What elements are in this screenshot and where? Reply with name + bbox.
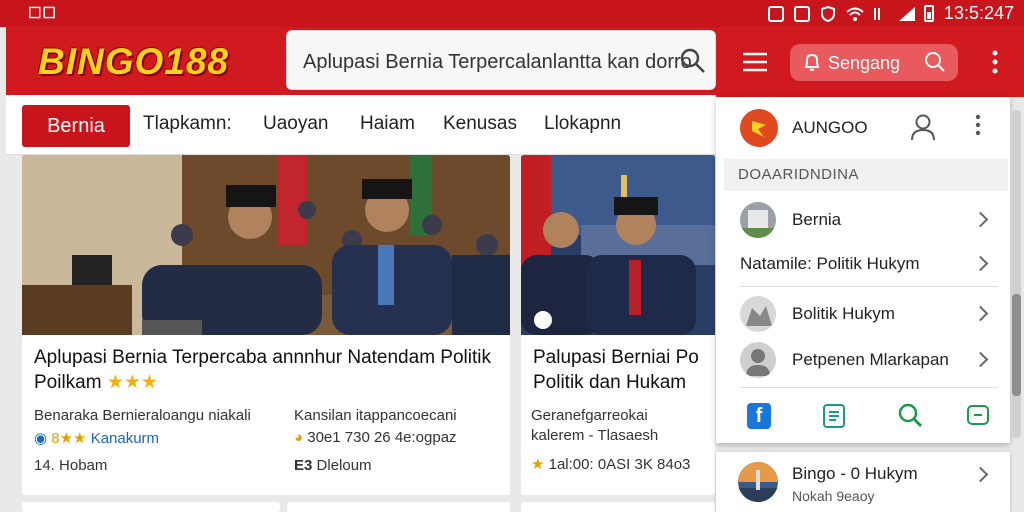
news-card[interactable] [521, 502, 715, 512]
news-card[interactable]: Palupasi Berniai Po Politik dan Hukam Ge… [521, 155, 715, 495]
card-meta-source: Geranefgarreokai [531, 407, 648, 424]
card-subtitle: Nokah 9eaoy [792, 488, 875, 504]
notification-icon [767, 5, 784, 22]
hamburger-menu-icon[interactable] [742, 51, 768, 78]
chevron-right-icon [972, 211, 989, 228]
status-time: 13:5:247 [943, 3, 1014, 23]
card-meta-time: 14. Hobam [34, 457, 108, 474]
drawer-item-bernia[interactable]: Bernia [716, 197, 1010, 243]
drawer-header: Sengang [716, 27, 1024, 97]
search-icon[interactable] [679, 47, 707, 80]
card-avatar [738, 462, 778, 502]
divider [740, 286, 998, 287]
drawer-panel: AUNGOO DOAARIDNDINA Bernia Natamile: Pol… [716, 97, 1010, 443]
card-title-text[interactable]: Aplupasi Bernia Terpercaba annnhur Naten… [34, 347, 491, 393]
category-tabs: Bernia Tlapkamn: Uaoyan Haiam Kenusas Ll… [6, 95, 718, 155]
status-bar: ☐☐ 13:5:247 [0, 0, 1024, 27]
drawer-item-petpenen[interactable]: Petpenen Mlarkapan [716, 337, 1010, 383]
drawer-item-bolitik[interactable]: Bolitik Hukym [716, 291, 1010, 337]
wifi-icon [846, 6, 864, 22]
drawer-item-label: Bolitik Hukym [792, 304, 895, 323]
clock-icon: ◕ [294, 429, 304, 446]
card-meta-time: ★ 1al:00: 0ASI 3K 84o3 [531, 455, 690, 473]
drawer-item-label: Bernia [792, 210, 842, 229]
chevron-right-icon [972, 351, 989, 368]
card-title[interactable]: Palupasi Berniai Po Politik dan Hukam [533, 345, 715, 395]
news-card[interactable]: Aplupasi Bernia Terpercaba annnhur Naten… [22, 155, 510, 495]
divider [740, 387, 998, 388]
tab-llokapnn[interactable]: Llokapnn [544, 113, 621, 135]
image-icon [793, 5, 810, 22]
user-icon[interactable] [910, 113, 936, 146]
star-icon: ★ [531, 456, 545, 473]
news-photo[interactable] [521, 155, 715, 335]
card-meta-right-2-text: 30e1 730 26 4e:ogpaz [307, 429, 457, 446]
app-header: BINGO188 Aplupasi Bernia Terpercalanlant… [6, 27, 718, 95]
news-card[interactable] [287, 502, 510, 512]
social-share-row: f [716, 397, 1010, 437]
signal-icon [898, 6, 915, 22]
data-icon [872, 6, 888, 22]
card-meta-right-2: ◕ 30e1 730 26 4e:ogpaz [294, 429, 457, 446]
search-icon[interactable] [897, 402, 925, 435]
section-title: DOAARIDNDINA [738, 166, 860, 183]
drawer-item-label: Petpenen Mlarkapan [792, 350, 949, 369]
card-title[interactable]: Aplupasi Bernia Terpercaba annnhur Naten… [34, 345, 504, 395]
battery-icon [923, 5, 934, 22]
card-meta-time-text: 1al:00: 0ASI 3K 84o3 [548, 456, 691, 473]
tab-bernia[interactable]: Bernia [22, 105, 130, 147]
drawer-search-button[interactable]: Sengang [790, 44, 958, 81]
tab-uaoyan[interactable]: Uaoyan [263, 113, 329, 135]
scrollbar[interactable] [1012, 110, 1021, 438]
star-icon: ★★★ [106, 372, 158, 393]
logo[interactable]: BINGO188 [38, 41, 229, 83]
tab-kenusas[interactable]: Kenusas [443, 113, 517, 135]
card-meta-author: ◉ 8★★ Kanakurm [34, 429, 159, 447]
card-meta-right-3-text: Dleloum [316, 457, 372, 474]
item-avatar [740, 296, 776, 332]
news-card[interactable] [22, 502, 280, 512]
card-meta-right-3: E3 Dleloum [294, 457, 372, 474]
status-left-icons: ☐☐ [28, 5, 57, 22]
facebook-icon[interactable]: f [747, 403, 771, 429]
shield-icon [820, 5, 836, 22]
badge: E3 [294, 457, 313, 474]
verified-icon: ◉ [34, 430, 48, 447]
chevron-right-icon [972, 466, 989, 483]
search-bar[interactable]: Aplupasi Bernia Terpercalanlantta kan do… [286, 30, 716, 90]
drawer-item-label: Natamile: Politik Hukym [740, 254, 920, 273]
profile-name: AUNGOO [792, 118, 868, 137]
section-header: DOAARIDNDINA [724, 159, 1008, 191]
card-meta-source: Benaraka Bernieraloangu niakali [34, 407, 251, 424]
drawer-search-label[interactable]: Sengang [828, 53, 900, 74]
scrollbar-thumb[interactable] [1012, 294, 1021, 396]
profile-row[interactable]: AUNGOO [716, 97, 1010, 159]
document-icon[interactable] [822, 403, 846, 434]
card-meta-right: Kansilan itappancoecani [294, 407, 457, 424]
bell-icon [802, 52, 822, 77]
tab-tlapkamn[interactable]: Tlapkamn: [143, 113, 232, 135]
brand-avatar [740, 109, 778, 147]
search-input[interactable]: Aplupasi Bernia Terpercalanlantta kan do… [303, 51, 692, 74]
person-icon [740, 342, 776, 378]
kebab-menu-icon[interactable] [992, 50, 998, 79]
author-link[interactable]: Kanakurm [91, 430, 159, 447]
drawer-bottom-card[interactable]: Bingo - 0 Hukym Nokah 9eaoy [716, 452, 1010, 512]
item-avatar [740, 202, 776, 238]
search-icon[interactable] [924, 51, 946, 78]
rating-icon-text: 8★★ [51, 430, 87, 447]
tab-haiam[interactable]: Haiam [360, 113, 415, 135]
chat-icon[interactable] [966, 404, 990, 433]
kebab-menu-icon[interactable] [975, 114, 981, 141]
drawer-item-politik[interactable]: Natamile: Politik Hukym [716, 243, 1010, 285]
chevron-right-icon [972, 255, 989, 272]
card-meta-author: kalerem - Tlasaesh [531, 427, 659, 444]
card-title: Bingo - 0 Hukym [792, 464, 918, 483]
news-photo[interactable] [22, 155, 510, 335]
chevron-right-icon [972, 305, 989, 322]
